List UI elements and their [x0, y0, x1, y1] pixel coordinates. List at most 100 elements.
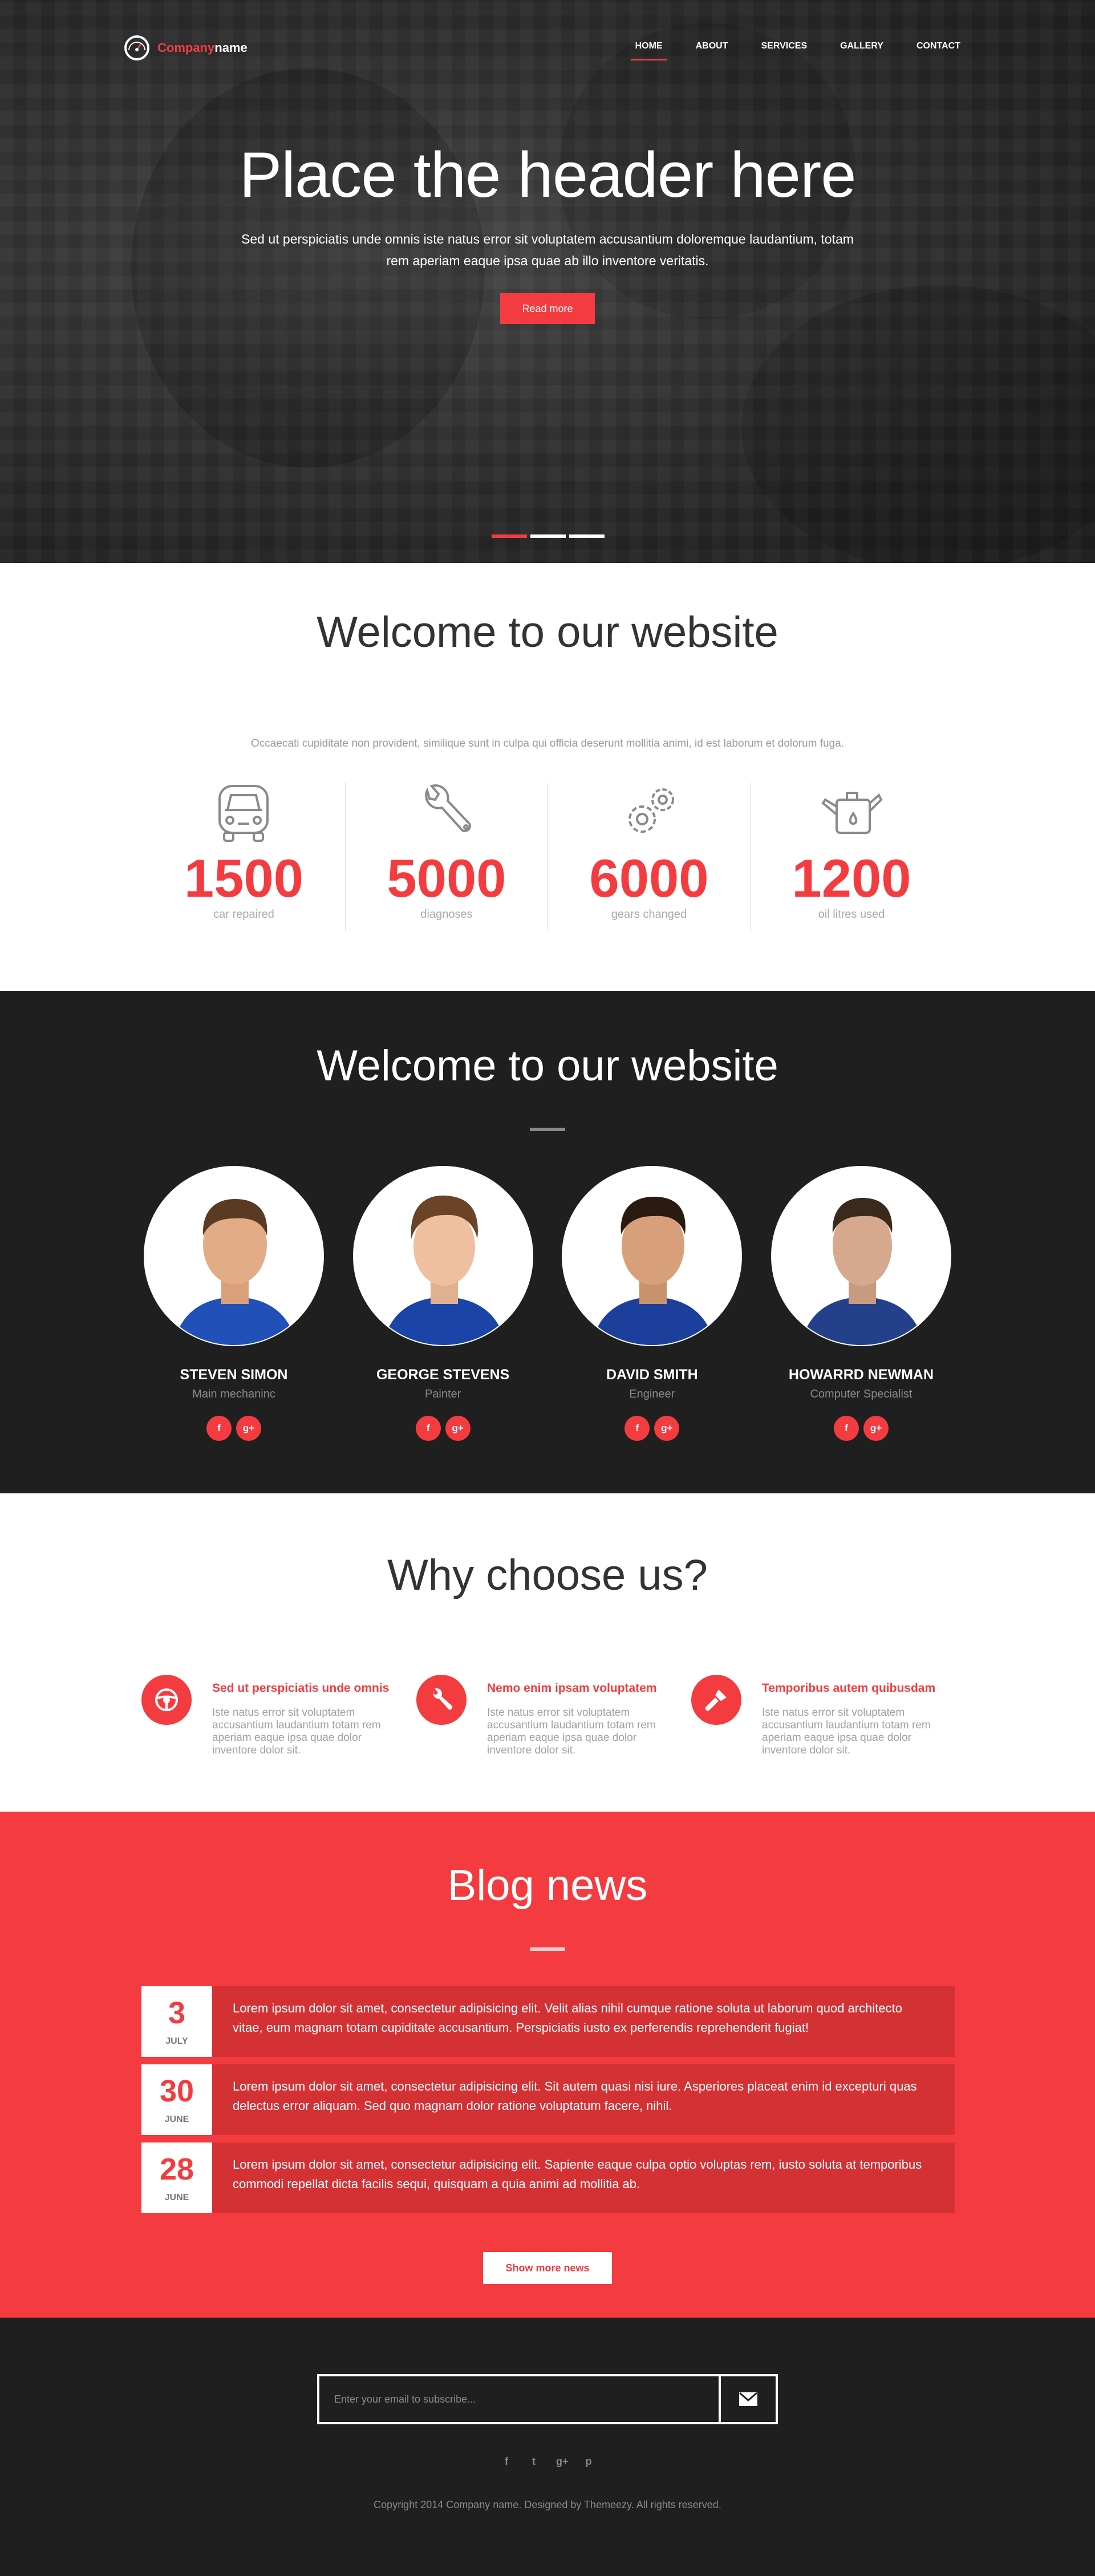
team-member: HOWARRD NEWMAN Computer Specialist f g+: [770, 1166, 952, 1441]
post-month: JUNE: [164, 2115, 189, 2124]
email-subscribe-input[interactable]: [319, 2376, 721, 2422]
nav-contact[interactable]: CONTACT: [905, 35, 972, 60]
stat-value: 1200: [792, 848, 911, 908]
person-icon: [592, 1197, 715, 1345]
slide-dot-3[interactable]: [569, 534, 605, 538]
google-plus-icon[interactable]: g+: [654, 1416, 680, 1441]
brand-logo[interactable]: Companyname: [123, 34, 248, 62]
nav-about[interactable]: ABOUT: [684, 35, 740, 60]
feature-text: Iste natus error sit voluptatem accusant…: [487, 1707, 656, 1756]
steering-wheel-icon: [141, 1675, 192, 1725]
blog-title: Blog news: [447, 1861, 648, 1910]
stats-intro: Occaecati cupiditate non provident, simi…: [251, 738, 844, 750]
slide-dot-1[interactable]: [492, 534, 527, 538]
post-date: 28 JUNE: [141, 2142, 212, 2213]
member-socials: f g+: [143, 1416, 325, 1441]
envelope-icon: [739, 2392, 757, 2406]
feature-text: Iste natus error sit voluptatem accusant…: [762, 1707, 931, 1756]
read-more-button[interactable]: Read more: [500, 293, 595, 324]
stat-value: 1500: [184, 848, 304, 908]
team-section: Welcome to our website STEVEN SIMON Main…: [0, 991, 1095, 1493]
slide-dot-2[interactable]: [530, 534, 566, 538]
stat-label: diagnoses: [420, 908, 473, 921]
team-member: STEVEN SIMON Main mechaninc f g+: [143, 1166, 325, 1441]
feature-title: Sed ut perspiciatis unde omnis: [212, 1682, 390, 1695]
team-members: STEVEN SIMON Main mechaninc f g+ GEORGE …: [143, 1166, 952, 1441]
oil-can-icon: [821, 792, 883, 834]
team-title: Welcome to our website: [317, 1042, 778, 1090]
post-day: 28: [159, 2152, 194, 2186]
google-plus-icon[interactable]: g+: [556, 2456, 569, 2468]
post-text: Lorem ipsum dolor sit amet, consectetur …: [212, 2142, 955, 2213]
stat-car-repaired: 1500 car repaired: [143, 783, 345, 931]
nav-home[interactable]: HOME: [624, 35, 674, 60]
facebook-icon[interactable]: f: [415, 1416, 441, 1441]
blog-section: Blog news 3 JULY Lorem ipsum dolor sit a…: [0, 1812, 1095, 2318]
person-icon: [173, 1199, 297, 1345]
main-nav: HOME ABOUT SERVICES GALLERY CONTACT: [614, 35, 972, 60]
subscribe-form: [317, 2374, 778, 2424]
facebook-icon[interactable]: f: [501, 2456, 512, 2468]
feature-title: Nemo enim ipsam voluptatem: [487, 1682, 657, 1695]
footer-social-links: f t g+ p: [0, 2456, 1095, 2468]
stat-label: gears changed: [611, 908, 687, 921]
member-photo: [562, 1166, 743, 1346]
stat-diagnoses: 5000 diagnoses: [344, 783, 548, 931]
why-section: Why choose us? Sed ut perspiciatis unde …: [0, 1493, 1095, 1812]
hero-section: Companyname HOME ABOUT SERVICES GALLERY …: [0, 0, 1095, 563]
facebook-icon[interactable]: f: [624, 1416, 650, 1441]
facebook-icon[interactable]: f: [206, 1416, 232, 1441]
nav-gallery[interactable]: GALLERY: [829, 35, 895, 60]
member-name: GEORGE STEVENS: [376, 1367, 510, 1383]
member-role: Main mechaninc: [192, 1388, 275, 1400]
stat-label: car repaired: [213, 908, 274, 921]
car-icon: [218, 785, 269, 842]
member-name: HOWARRD NEWMAN: [788, 1367, 934, 1383]
pinterest-icon[interactable]: p: [583, 2456, 594, 2468]
section-divider: [530, 1128, 565, 1131]
member-role: Computer Specialist: [810, 1388, 912, 1400]
post-text: Lorem ipsum dolor sit amet, consectetur …: [212, 1986, 955, 2057]
wrench-icon: [416, 1675, 467, 1725]
team-member: GEORGE STEVENS Painter f g+: [352, 1166, 534, 1441]
show-more-news-button[interactable]: Show more news: [483, 2252, 612, 2284]
blog-post[interactable]: 30 JUNE Lorem ipsum dolor sit amet, cons…: [141, 2064, 955, 2135]
member-role: Painter: [424, 1388, 461, 1400]
member-photo: [144, 1166, 324, 1346]
member-name: STEVEN SIMON: [180, 1367, 288, 1383]
feature-title: Temporibus autem quibusdam: [762, 1682, 936, 1695]
stats-title: Welcome to our website: [317, 608, 778, 657]
blog-post[interactable]: 3 JULY Lorem ipsum dolor sit amet, conse…: [141, 1986, 955, 2057]
stat-value: 5000: [387, 848, 506, 908]
section-divider: [530, 1947, 565, 1951]
subscribe-button[interactable]: [721, 2376, 776, 2422]
post-date: 3 JULY: [141, 1986, 212, 2057]
stats-row: 1500 car repaired 5000 diagnoses 6000 ge…: [143, 783, 952, 931]
feature-item: Sed ut perspiciatis unde omnis Iste natu…: [141, 1675, 404, 1757]
google-plus-icon[interactable]: g+: [445, 1416, 471, 1441]
paint-brush-icon: [691, 1675, 741, 1725]
post-date: 30 JUNE: [141, 2064, 212, 2135]
twitter-icon[interactable]: t: [529, 2456, 539, 2468]
post-month: JULY: [165, 2036, 188, 2046]
stat-label: oil litres used: [818, 908, 885, 921]
google-plus-icon[interactable]: g+: [236, 1416, 261, 1441]
google-plus-icon[interactable]: g+: [863, 1416, 889, 1441]
member-role: Engineer: [629, 1388, 675, 1400]
blog-posts: 3 JULY Lorem ipsum dolor sit amet, conse…: [141, 1986, 955, 2221]
post-day: 3: [168, 1996, 186, 2030]
person-icon: [801, 1198, 924, 1345]
post-month: JUNE: [164, 2193, 189, 2202]
member-socials: f g+: [352, 1416, 534, 1441]
feature-item: Nemo enim ipsam voluptatem Iste natus er…: [416, 1675, 679, 1757]
person-icon: [383, 1195, 505, 1345]
stat-gears-changed: 6000 gears changed: [547, 783, 750, 931]
stat-oil-litres: 1200 oil litres used: [749, 783, 952, 931]
facebook-icon[interactable]: f: [833, 1416, 859, 1441]
team-member: DAVID SMITH Engineer f g+: [561, 1166, 743, 1441]
member-socials: f g+: [770, 1416, 952, 1441]
features-row: Sed ut perspiciatis unde omnis Iste natu…: [141, 1675, 954, 1757]
nav-services[interactable]: SERVICES: [749, 35, 818, 60]
stat-value: 6000: [589, 848, 709, 908]
blog-post[interactable]: 28 JUNE Lorem ipsum dolor sit amet, cons…: [141, 2142, 955, 2213]
